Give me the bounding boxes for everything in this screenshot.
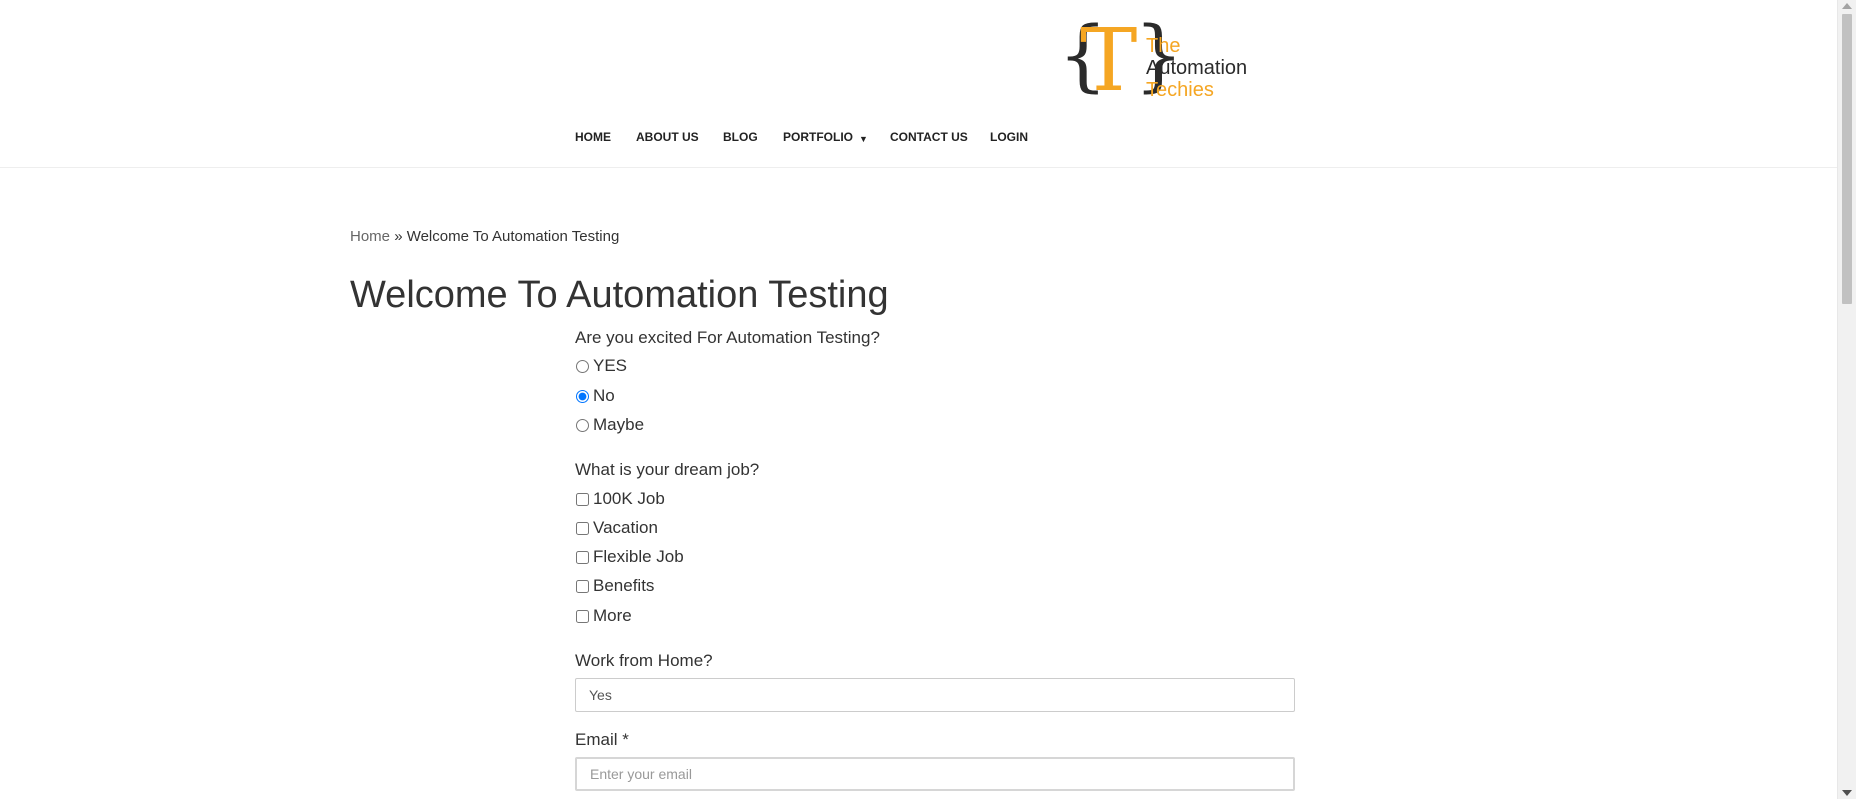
- radio-option-maybe[interactable]: Maybe: [575, 415, 644, 435]
- checkbox-vacation[interactable]: [576, 521, 589, 535]
- radio-no-label: No: [593, 386, 615, 405]
- email-input[interactable]: [575, 757, 1295, 791]
- checkbox-more[interactable]: [576, 609, 589, 623]
- checkbox-more-label: More: [593, 606, 632, 625]
- checkbox-option-flexible-job[interactable]: Flexible Job: [575, 547, 684, 567]
- nav-portfolio[interactable]: PORTFOLIO ▼: [783, 130, 868, 144]
- checkbox-option-more[interactable]: More: [575, 606, 632, 626]
- checkbox-option-100k-job[interactable]: 100K Job: [575, 489, 665, 509]
- work-from-home-input[interactable]: [575, 678, 1295, 712]
- nav-contact-us[interactable]: CONTACT US: [890, 130, 968, 144]
- radio-option-no[interactable]: No: [575, 386, 615, 406]
- radio-option-yes[interactable]: YES: [575, 356, 627, 376]
- checkbox-100k-job-label: 100K Job: [593, 489, 665, 508]
- checkbox-option-vacation[interactable]: Vacation: [575, 518, 658, 538]
- nav-login[interactable]: LOGIN: [990, 130, 1028, 144]
- breadcrumb: Home » Welcome To Automation Testing: [350, 228, 619, 245]
- site-logo[interactable]: { T } The Automation Techies: [1058, 16, 1268, 100]
- nav-home[interactable]: HOME: [575, 130, 611, 144]
- radio-maybe[interactable]: [576, 418, 589, 432]
- double-chevron-down-icon: ▼: [859, 134, 868, 144]
- radio-yes-label: YES: [593, 356, 628, 375]
- work-from-home-label: Work from Home?: [575, 651, 713, 670]
- checkbox-benefits[interactable]: [576, 579, 589, 593]
- page-title: Welcome To Automation Testing: [350, 274, 889, 316]
- site-header: { T } The Automation Techies HOME ABOUT …: [0, 0, 1838, 168]
- nav-about-us[interactable]: ABOUT US: [636, 130, 699, 144]
- checkbox-flexible-job-label: Flexible Job: [593, 547, 684, 566]
- logo-t: T: [1080, 16, 1137, 100]
- logo-line3: Techies: [1146, 79, 1214, 100]
- scroll-up-arrow-icon[interactable]: [1842, 3, 1852, 9]
- email-label: Email *: [575, 730, 629, 749]
- page-scrollbar[interactable]: [1837, 0, 1856, 799]
- nav-blog[interactable]: BLOG: [723, 130, 758, 144]
- radio-maybe-label: Maybe: [593, 415, 645, 434]
- question-dream-job-label: What is your dream job?: [575, 460, 760, 479]
- scroll-down-arrow-icon[interactable]: [1842, 790, 1852, 796]
- checkbox-100k-job[interactable]: [576, 492, 589, 506]
- breadcrumb-separator: »: [394, 228, 403, 245]
- checkbox-benefits-label: Benefits: [593, 576, 655, 595]
- breadcrumb-current: Welcome To Automation Testing: [406, 228, 620, 245]
- radio-yes[interactable]: [576, 359, 589, 373]
- nav-portfolio-label: PORTFOLIO: [783, 130, 853, 144]
- checkbox-option-benefits[interactable]: Benefits: [575, 576, 654, 596]
- breadcrumb-home-link[interactable]: Home: [350, 228, 390, 245]
- radio-no[interactable]: [576, 389, 589, 403]
- scrollbar-thumb[interactable]: [1842, 14, 1852, 304]
- checkbox-flexible-job[interactable]: [576, 550, 589, 564]
- question-excited-label: Are you excited For Automation Testing?: [575, 328, 880, 347]
- logo-line2: Automation: [1146, 57, 1247, 79]
- logo-line1: The: [1146, 35, 1180, 57]
- checkbox-vacation-label: Vacation: [593, 518, 658, 537]
